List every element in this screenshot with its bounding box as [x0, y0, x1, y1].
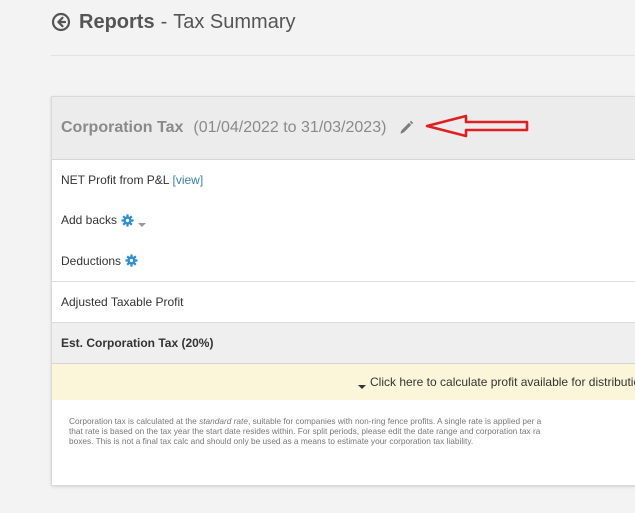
deductions-label: Deductions: [61, 253, 122, 268]
footnote-line-1-end: , suitable for companies with non-ring f…: [247, 416, 542, 426]
deductions-row: Deductions: [52, 240, 635, 282]
footnote-line-1-start: Corporation tax is calculated at the: [69, 416, 200, 426]
red-arrow-annotation: [424, 113, 530, 139]
breadcrumb-section[interactable]: Reports: [79, 11, 155, 34]
net-profit-view-link[interactable]: [view]: [172, 173, 203, 187]
calculate-profit-text[interactable]: Click here to calculate profit available…: [370, 375, 635, 389]
est-corporation-tax-row: Est. Corporation Tax (20%): [52, 323, 635, 364]
net-profit-row: NET Profit from P&L [view]: [52, 160, 635, 200]
footnote-standard-rate: standard rate: [199, 416, 248, 426]
footnote-line-1: Corporation tax is calculated at the sta…: [69, 416, 635, 426]
est-corporation-tax-label: Est. Corporation Tax (20%): [61, 336, 214, 350]
page-title: Tax Summary: [173, 10, 296, 33]
gear-icon[interactable]: [125, 254, 138, 267]
header-divider: [51, 55, 635, 56]
back-circle-icon[interactable]: [51, 12, 71, 32]
add-backs-row: Add backs: [52, 200, 635, 240]
breadcrumb-separator: -: [160, 10, 168, 33]
calculate-profit-banner[interactable]: Click here to calculate profit available…: [52, 364, 635, 400]
panel-period: (01/04/2022 to 31/03/2023): [193, 119, 387, 136]
tax-footnote: Corporation tax is calculated at the sta…: [52, 400, 635, 446]
gear-icon[interactable]: [121, 213, 134, 227]
corporation-tax-panel: Corporation Tax (01/04/2022 to 31/03/202…: [51, 96, 635, 486]
caret-down-icon: [358, 379, 366, 389]
adjusted-taxable-profit-label: Adjusted Taxable Profit: [61, 295, 184, 309]
footnote-line-3: boxes. This is not a final tax calc and …: [69, 436, 474, 446]
page-header: Reports - Tax Summary: [51, 8, 296, 36]
net-profit-label: NET Profit from P&L: [61, 173, 170, 187]
footnote-line-2: that rate is based on the tax year the s…: [69, 426, 541, 436]
add-backs-dropdown-caret-icon[interactable]: [138, 217, 147, 227]
panel-title: Corporation Tax: [61, 119, 184, 136]
adjusted-taxable-profit-row: Adjusted Taxable Profit: [52, 282, 635, 323]
add-backs-label: Add backs: [61, 213, 118, 227]
pencil-icon[interactable]: [398, 120, 414, 136]
panel-header: Corporation Tax (01/04/2022 to 31/03/202…: [52, 97, 635, 160]
